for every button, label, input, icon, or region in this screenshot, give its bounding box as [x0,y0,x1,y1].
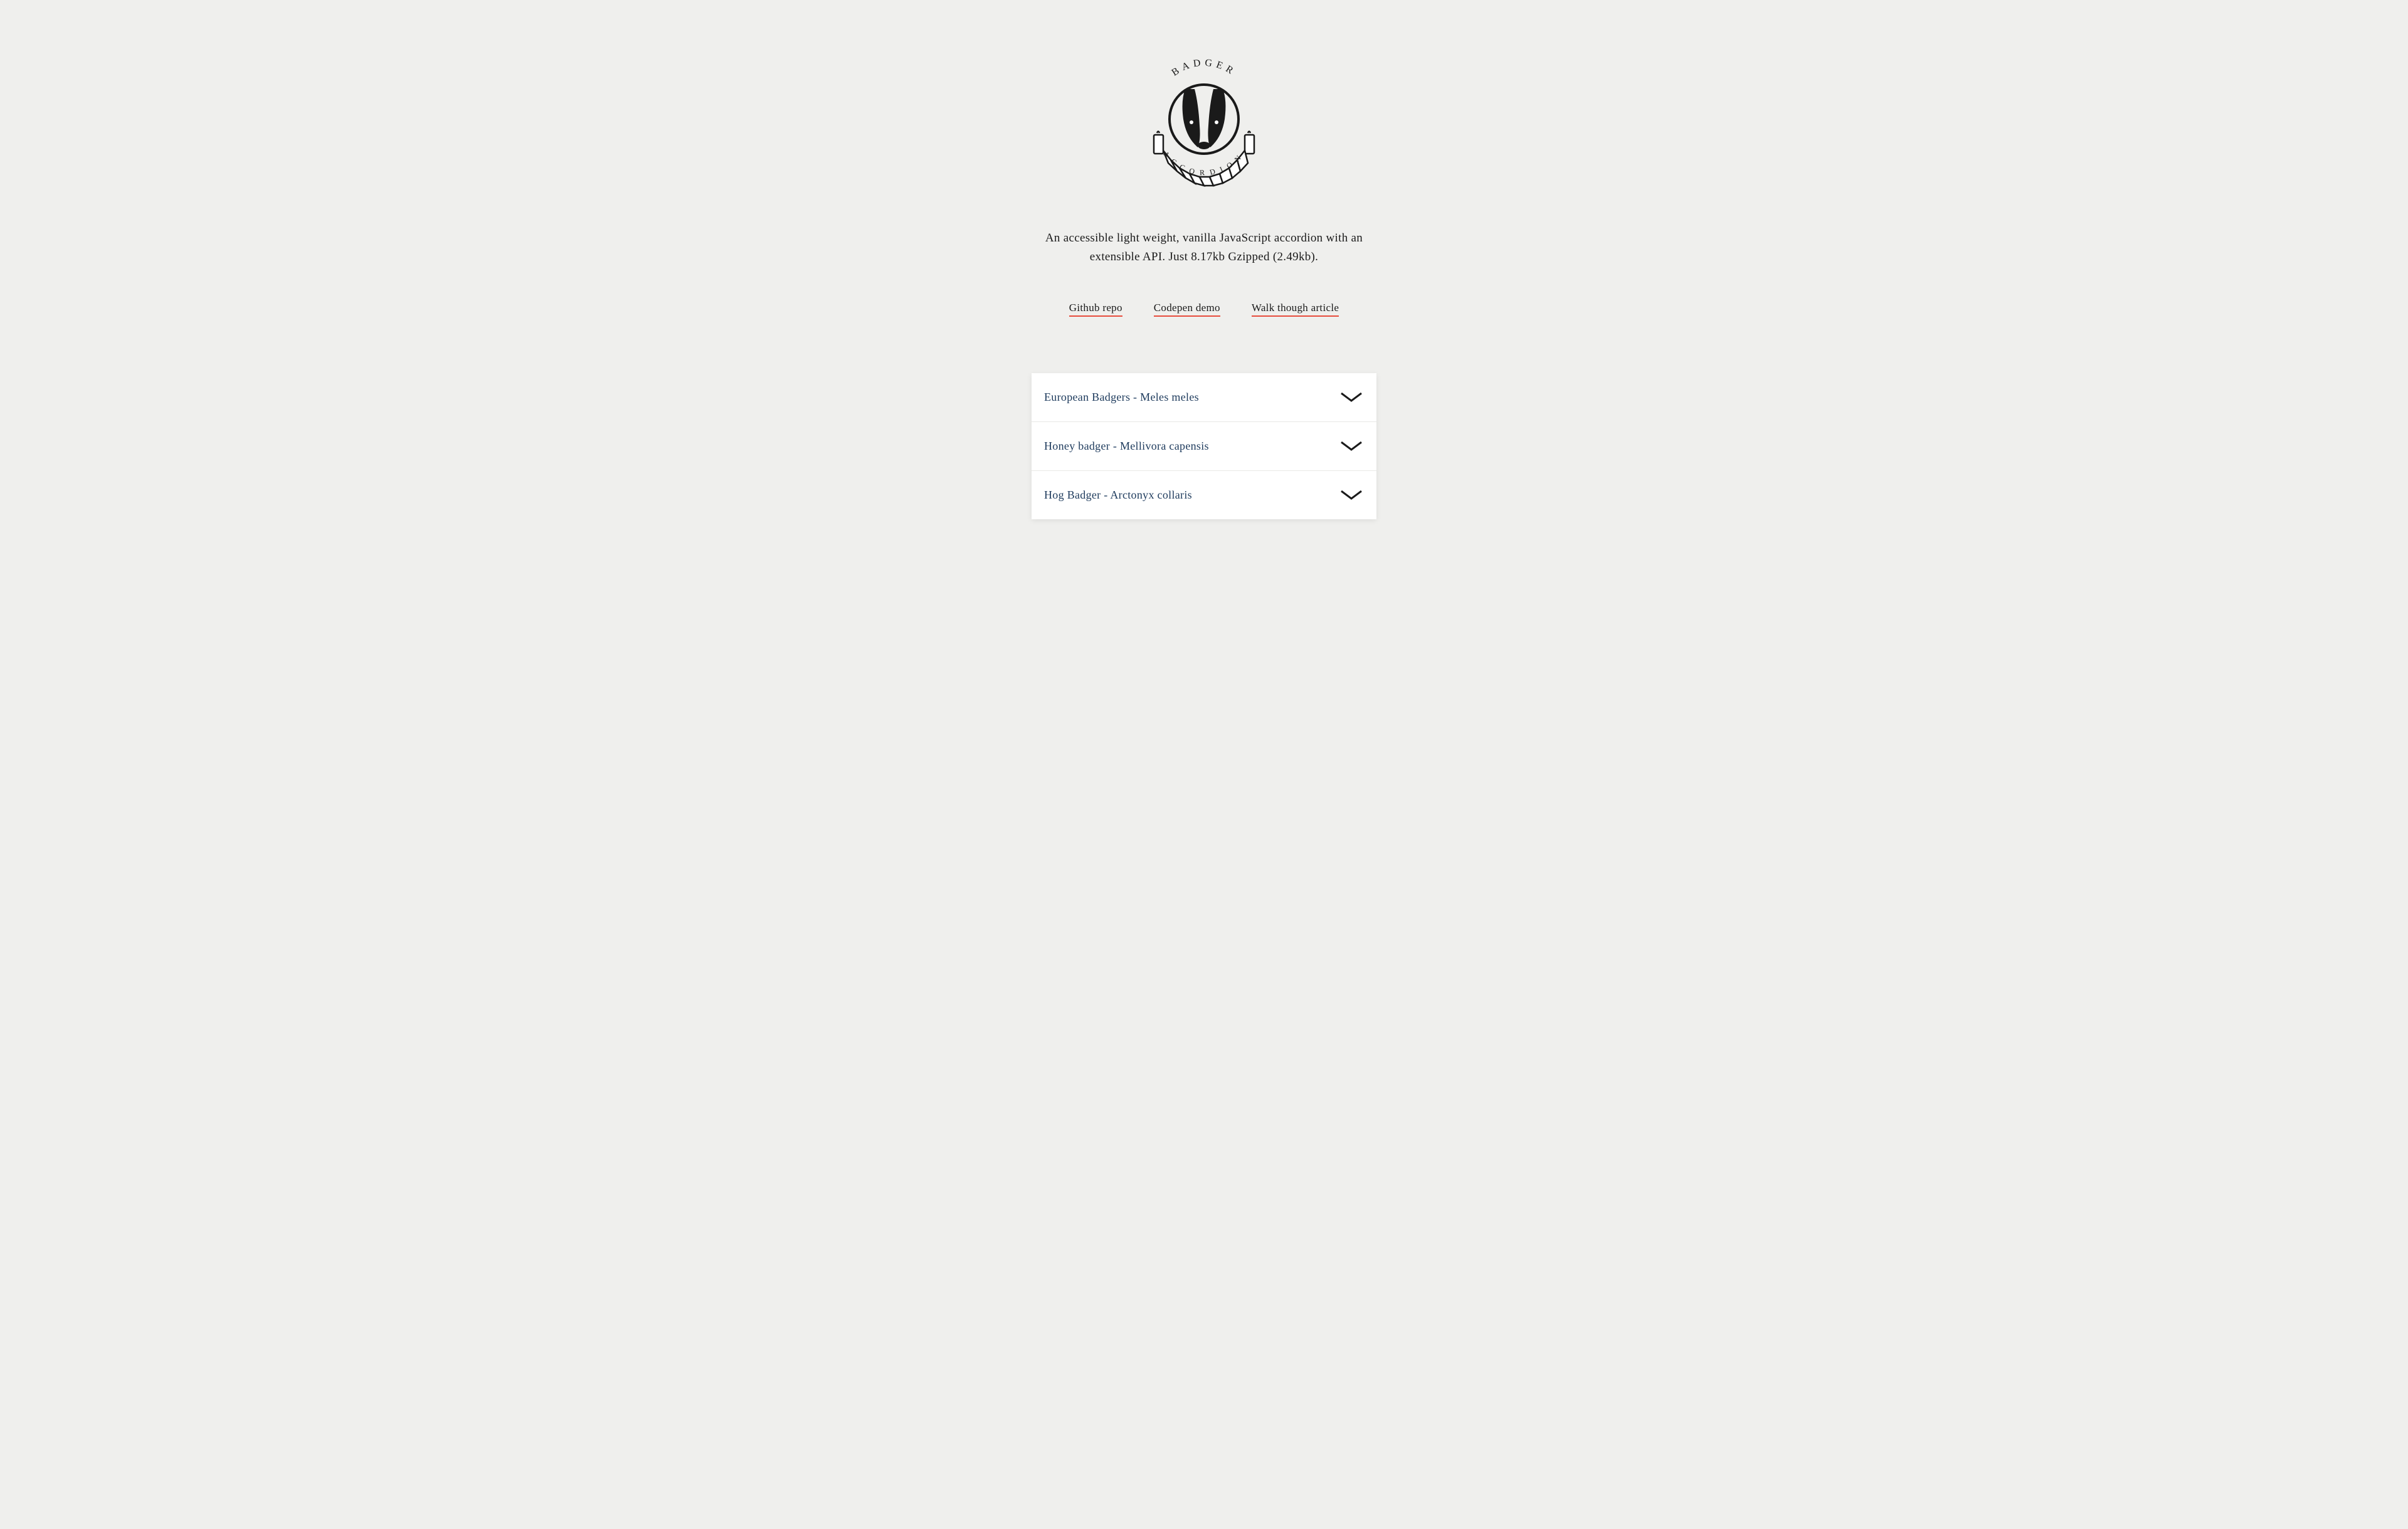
accordion-title: Honey badger - Mellivora capensis [1044,440,1209,453]
logo: BADGER [1132,50,1276,198]
accordion-header-honey-badger[interactable]: Honey badger - Mellivora capensis [1032,422,1376,470]
accordion-title: Hog Badger - Arctonyx collaris [1044,489,1192,502]
chevron-down-icon [1339,440,1364,452]
chevron-down-icon [1339,489,1364,501]
tagline: An accessible light weight, vanilla Java… [1028,229,1380,267]
accordion-header-hog-badger[interactable]: Hog Badger - Arctonyx collaris [1032,471,1376,519]
accordion-item: Hog Badger - Arctonyx collaris [1032,471,1376,519]
svg-text:BADGER: BADGER [1170,58,1238,78]
accordion-title: European Badgers - Meles meles [1044,391,1199,404]
links-row: Github repo Codepen demo Walk though art… [1069,302,1339,317]
walkthrough-article-link[interactable]: Walk though article [1252,302,1339,317]
codepen-demo-link[interactable]: Codepen demo [1154,302,1220,317]
badger-accordion-logo-icon: BADGER [1132,50,1276,194]
accordion-item: European Badgers - Meles meles [1032,373,1376,422]
github-repo-link[interactable]: Github repo [1069,302,1122,317]
accordion: European Badgers - Meles meles Honey bad… [1032,373,1376,519]
accordion-item: Honey badger - Mellivora capensis [1032,422,1376,471]
chevron-down-icon [1339,391,1364,403]
header: BADGER [1028,50,1380,373]
accordion-header-european-badgers[interactable]: European Badgers - Meles meles [1032,373,1376,421]
